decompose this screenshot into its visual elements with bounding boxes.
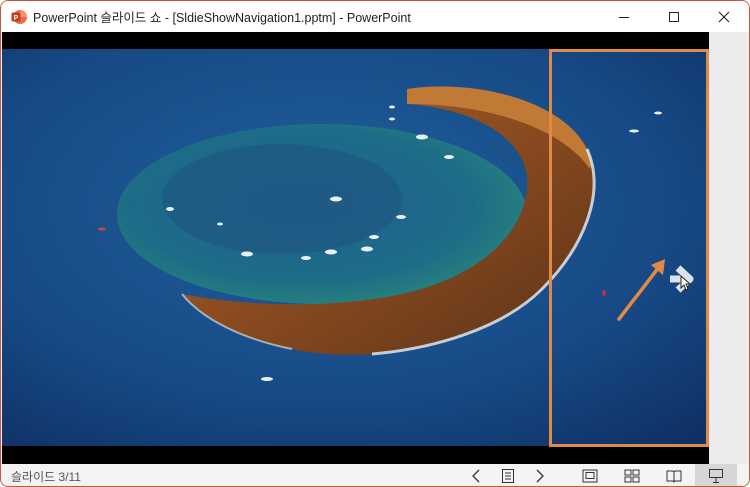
window-controls [599,1,749,32]
window-title: PowerPoint 슬라이드 쇼 - [SldieShowNavigation… [33,11,411,25]
slideshow-icon [709,468,723,483]
highlight-box [549,49,709,447]
powerpoint-app-icon: P [11,9,27,24]
chevron-right-icon [536,469,544,482]
close-icon [718,11,730,22]
status-bar: 슬라이드 3/11 [1,464,749,486]
slideshow-button[interactable] [695,464,737,486]
previous-slide-button[interactable] [461,464,491,486]
annotation-arrow-icon [617,259,665,321]
right-gutter [709,32,749,464]
maximize-icon [669,11,679,22]
normal-view-icon [582,469,598,482]
reading-view-button[interactable] [659,464,689,486]
slide-sorter-button[interactable] [617,464,647,486]
normal-view-button[interactable] [575,464,605,486]
close-button[interactable] [699,1,749,32]
reading-view-icon [666,470,682,483]
slide-sorter-icon [624,469,640,482]
minimize-icon [619,16,629,18]
chevron-left-icon [472,469,480,482]
menu-icon [502,468,514,483]
slide-menu-button[interactable] [493,464,523,486]
svg-text:P: P [14,15,19,22]
slide-counter: 슬라이드 3/11 [11,470,81,484]
minimize-button[interactable] [599,1,649,32]
title-bar: P PowerPoint 슬라이드 쇼 - [SldieShowNavigati… [1,1,749,32]
next-slide-button[interactable] [525,464,555,486]
maximize-button[interactable] [649,1,699,32]
slideshow-window: P PowerPoint 슬라이드 쇼 - [SldieShowNavigati… [0,0,750,487]
